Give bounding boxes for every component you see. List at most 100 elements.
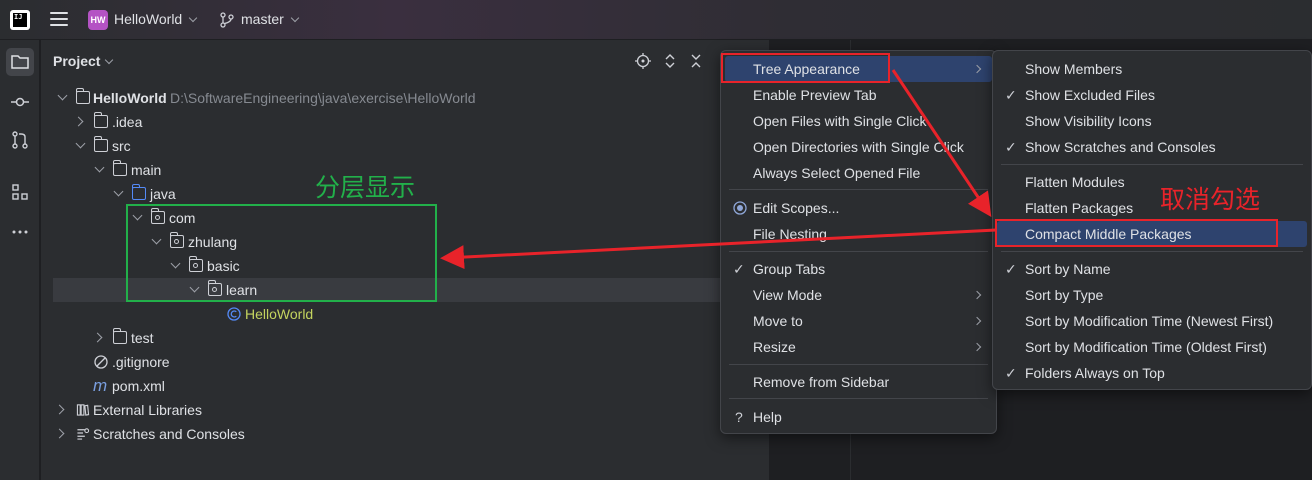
tree-label: HelloWorld: [93, 90, 167, 106]
more-icon: [12, 230, 28, 234]
intellij-logo-icon[interactable]: IJ: [10, 10, 30, 30]
menu-item-open-files-single-click[interactable]: Open Files with Single Click: [725, 108, 992, 134]
tree-label: External Libraries: [93, 402, 202, 418]
project-selector[interactable]: HelloWorld: [114, 11, 198, 27]
menu-label: Show Scratches and Consoles: [1025, 139, 1216, 155]
menu-item-file-nesting[interactable]: File Nesting...: [725, 221, 992, 247]
submenu-item-sort-by-name[interactable]: ✓ Sort by Name: [997, 256, 1307, 282]
menu-item-view-mode[interactable]: View Mode: [725, 282, 992, 308]
menu-item-always-select-opened[interactable]: Always Select Opened File: [725, 160, 992, 186]
submenu-item-flatten-modules[interactable]: Flatten Modules: [997, 169, 1307, 195]
more-tools-button[interactable]: [6, 218, 34, 246]
menu-label: File Nesting...: [753, 226, 839, 242]
tree-label: pom.xml: [112, 378, 165, 394]
chevron-right-icon: [972, 290, 982, 300]
tree-row-idea[interactable]: .idea: [53, 110, 769, 134]
tree-row-gitignore[interactable]: .gitignore: [53, 350, 769, 374]
tree-row-src[interactable]: src: [53, 134, 769, 158]
menu-item-move-to[interactable]: Move to: [725, 308, 992, 334]
branch-icon: [220, 12, 234, 28]
menu-separator: [729, 398, 988, 399]
menu-label: Open Directories with Single Click: [753, 139, 964, 155]
source-folder-icon: [131, 184, 146, 200]
menu-label: View Mode: [753, 287, 823, 303]
logo-text: IJ: [13, 13, 27, 27]
tree-label: HelloWorld: [245, 306, 314, 322]
menu-label: Folders Always on Top: [1025, 365, 1165, 381]
project-badge[interactable]: HW: [88, 10, 108, 30]
menu-label: Always Select Opened File: [753, 165, 921, 181]
submenu-item-sort-oldest[interactable]: Sort by Modification Time (Oldest First): [997, 334, 1307, 360]
pull-requests-tool-button[interactable]: [6, 126, 34, 154]
close-collapse-icon[interactable]: [689, 53, 703, 69]
submenu-item-sort-by-type[interactable]: Sort by Type: [997, 282, 1307, 308]
project-panel-header[interactable]: Project: [53, 53, 114, 69]
uncheck-annotation: 取消勾选: [1160, 185, 1261, 214]
ignore-file-icon: [94, 355, 108, 369]
title-bar: IJ HW HelloWorld master: [0, 0, 1312, 40]
chevron-right-icon[interactable]: [92, 332, 103, 343]
check-icon: ✓: [1005, 139, 1017, 155]
chevron-right-icon[interactable]: [73, 116, 84, 127]
menu-separator: [729, 251, 988, 252]
compact-packages-highlight-box: [995, 219, 1278, 247]
commit-tool-button[interactable]: [6, 88, 34, 116]
tree-label: src: [112, 138, 131, 154]
menu-item-resize[interactable]: Resize: [725, 334, 992, 360]
submenu-item-show-visibility[interactable]: Show Visibility Icons: [997, 108, 1307, 134]
chevron-right-icon[interactable]: [54, 428, 65, 439]
menu-label: Edit Scopes...: [753, 200, 840, 216]
panel-title: Project: [53, 53, 101, 69]
menu-label: Flatten Modules: [1025, 174, 1125, 190]
chevron-down-icon[interactable]: [94, 162, 105, 173]
check-icon: ✓: [1005, 87, 1017, 103]
submenu-item-show-members[interactable]: Show Members: [997, 56, 1307, 82]
help-icon: ?: [735, 409, 743, 425]
hierarchy-annotation: 分层显示: [315, 173, 416, 202]
pull-request-icon: [12, 131, 28, 149]
class-icon: [227, 307, 241, 321]
menu-label: Sort by Type: [1025, 287, 1104, 303]
options-menu: Tree Appearance Enable Preview Tab Open …: [720, 50, 997, 434]
locate-icon[interactable]: [635, 53, 651, 69]
menu-item-edit-scopes[interactable]: Edit Scopes...: [725, 195, 992, 221]
menu-separator: [1001, 164, 1303, 165]
branch-selector[interactable]: master: [241, 11, 300, 27]
menu-item-enable-preview-tab[interactable]: Enable Preview Tab: [725, 82, 992, 108]
chevron-down-icon: [290, 13, 300, 23]
chevron-down-icon[interactable]: [57, 90, 68, 101]
submenu-item-show-scratches[interactable]: ✓ Show Scratches and Consoles: [997, 134, 1307, 160]
menu-label: Enable Preview Tab: [753, 87, 877, 103]
project-tool-button[interactable]: [6, 48, 34, 76]
folder-icon: [93, 136, 108, 152]
tree-row-helloworld-class[interactable]: HelloWorld: [53, 302, 769, 326]
submenu-item-folders-on-top[interactable]: ✓ Folders Always on Top: [997, 360, 1307, 386]
structure-tool-button[interactable]: [6, 178, 34, 206]
tree-label: java: [150, 186, 176, 202]
menu-separator: [1001, 251, 1303, 252]
scratches-icon: [77, 428, 90, 440]
expand-collapse-icon[interactable]: [663, 53, 677, 69]
check-icon: ✓: [1005, 365, 1017, 381]
menu-item-group-tabs[interactable]: ✓ Group Tabs: [725, 256, 992, 282]
submenu-item-show-excluded[interactable]: ✓ Show Excluded Files: [997, 82, 1307, 108]
main-menu-icon[interactable]: [50, 12, 68, 28]
menu-item-help[interactable]: ? Help: [725, 404, 992, 430]
tree-row-external-libraries[interactable]: External Libraries: [53, 398, 769, 422]
menu-item-remove-from-sidebar[interactable]: Remove from Sidebar: [725, 369, 992, 395]
tree-row-scratches[interactable]: Scratches and Consoles: [53, 422, 769, 446]
submenu-item-flatten-packages[interactable]: Flatten Packages: [997, 195, 1307, 221]
folder-icon: [112, 328, 127, 344]
tree-row-test[interactable]: test: [53, 326, 769, 350]
structure-icon: [12, 184, 28, 200]
chevron-down-icon[interactable]: [113, 186, 124, 197]
menu-separator: [729, 189, 988, 190]
submenu-item-sort-newest[interactable]: Sort by Modification Time (Newest First): [997, 308, 1307, 334]
chevron-right-icon[interactable]: [54, 404, 65, 415]
chevron-down-icon[interactable]: [75, 138, 86, 149]
tree-row-pom[interactable]: m pom.xml: [53, 374, 769, 398]
chevron-right-icon: [972, 342, 982, 352]
tree-path: D:\SoftwareEngineering\java\exercise\Hel…: [170, 90, 476, 106]
menu-item-open-dirs-single-click[interactable]: Open Directories with Single Click: [725, 134, 992, 160]
tree-row-project-root[interactable]: HelloWorld D:\SoftwareEngineering\java\e…: [53, 86, 769, 110]
